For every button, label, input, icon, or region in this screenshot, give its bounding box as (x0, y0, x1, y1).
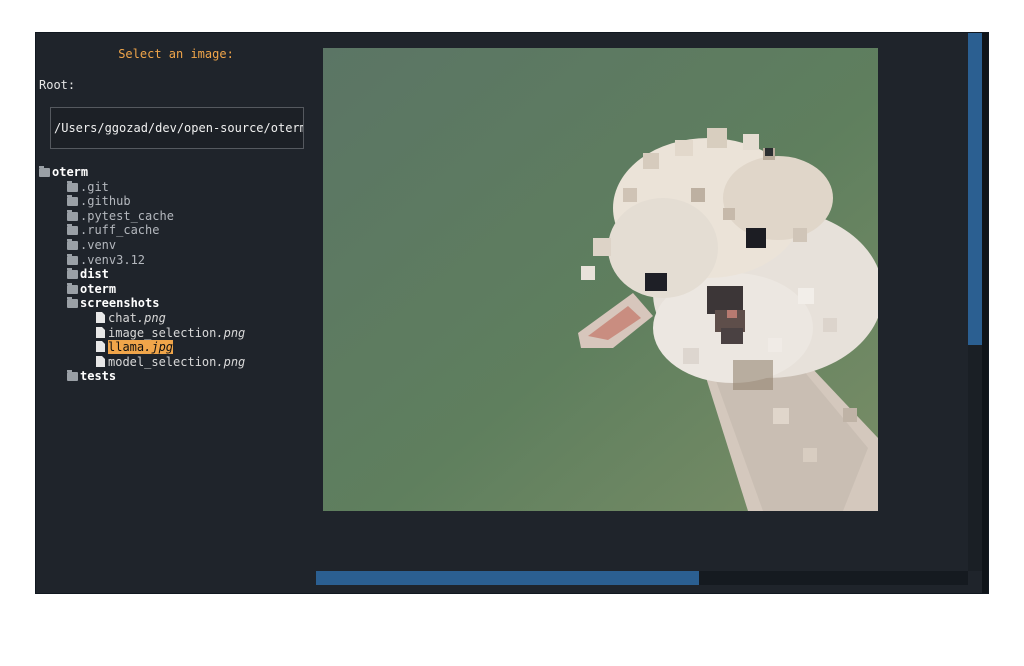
folder-icon (67, 370, 78, 382)
file-extension: .jpg (144, 340, 174, 355)
file-icon (96, 341, 105, 353)
tree-node-label: .git (80, 179, 109, 194)
file-stem: model_selection (108, 354, 217, 369)
tree-node-chat-png[interactable]: chat.png (39, 311, 245, 326)
tree-node-screenshots[interactable]: screenshots (39, 296, 245, 311)
window-edge (982, 33, 988, 593)
folder-icon (67, 195, 78, 207)
folder-icon (67, 268, 78, 280)
file-stem: llama (108, 340, 145, 355)
tree-node-label: chat.png (108, 311, 166, 325)
tree-node-git[interactable]: .git (39, 180, 245, 195)
tree-node-dist[interactable]: dist (39, 267, 245, 282)
root-path-input[interactable]: /Users/ggozad/dev/open-source/oterm (50, 107, 304, 149)
vertical-scrollbar-thumb[interactable] (968, 33, 982, 345)
tree-node-pytest-cache[interactable]: .pytest_cache (39, 209, 245, 224)
tree-node-label: model_selection.png (108, 355, 245, 369)
tree-node-venv312[interactable]: .venv3.12 (39, 253, 245, 268)
folder-icon (67, 238, 78, 250)
folder-icon (67, 209, 78, 221)
tree-node-llama-jpg[interactable]: llama.jpg (39, 340, 245, 355)
file-icon (96, 355, 105, 367)
tree-node-oterm[interactable]: oterm (39, 282, 245, 297)
file-stem: image_selection (108, 325, 217, 340)
tree-node-label: image_selection.png (108, 326, 245, 340)
root-label: Root: (39, 78, 76, 92)
select-image-title: Select an image: (118, 47, 234, 61)
tree-node-label: screenshots (80, 296, 160, 311)
tree-node-label: oterm (80, 281, 117, 296)
tree-node-venv[interactable]: .venv (39, 238, 245, 253)
file-extension: .png (216, 325, 246, 340)
tree-node-github[interactable]: .github (39, 194, 245, 209)
tree-node-label: .venv (80, 237, 117, 252)
file-icon (96, 311, 105, 323)
folder-icon (67, 224, 78, 236)
tree-node-label: tests (80, 369, 117, 384)
horizontal-scrollbar-thumb[interactable] (316, 571, 699, 585)
terminal-window: Select an image: Root: /Users/ggozad/dev… (35, 32, 989, 594)
file-extension: .png (216, 354, 246, 369)
folder-icon (67, 282, 78, 294)
tree-node-ruff-cache[interactable]: .ruff_cache (39, 223, 245, 238)
tree-node-root[interactable]: oterm (39, 165, 245, 180)
tree-node-label: llama.jpg (108, 340, 174, 355)
tree-node-tests[interactable]: tests (39, 369, 245, 384)
tree-node-label: oterm (52, 165, 89, 179)
tree-node-label: dist (80, 267, 109, 282)
folder-icon (67, 253, 78, 265)
file-picker-pane: Select an image: Root: /Users/ggozad/dev… (36, 33, 316, 593)
tree-node-label: .github (80, 194, 131, 209)
file-stem: chat (108, 310, 137, 325)
tree-node-model-selection-png[interactable]: model_selection.png (39, 355, 245, 370)
image-preview (323, 48, 878, 511)
file-extension: .png (136, 310, 166, 325)
folder-icon (67, 297, 78, 309)
tree-node-image-selection-png[interactable]: image_selection.png (39, 326, 245, 341)
tree-node-label: .venv3.12 (80, 252, 146, 267)
tree-node-label: .ruff_cache (80, 223, 160, 238)
file-icon (96, 326, 105, 338)
directory-tree: oterm .git .github .pytest_cache .ruff_c… (39, 165, 245, 384)
folder-icon (67, 180, 78, 192)
tree-node-label: .pytest_cache (80, 208, 174, 223)
folder-icon (39, 166, 50, 177)
